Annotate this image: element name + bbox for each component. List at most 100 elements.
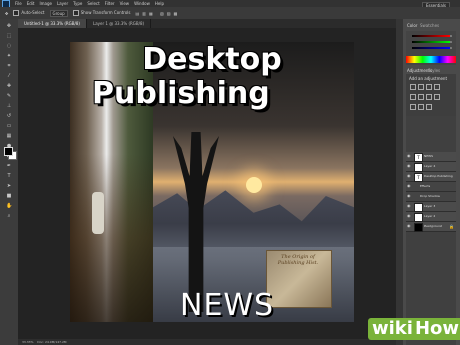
climber-figure bbox=[92, 192, 104, 234]
checkbox-icon bbox=[13, 10, 20, 16]
menu-bar: File Edit Image Layer Type Select Filter… bbox=[0, 0, 460, 8]
move-tool-icon[interactable]: ✥ bbox=[6, 23, 12, 29]
transform-controls-label: Show Transform Controls bbox=[80, 10, 131, 15]
document-canvas[interactable]: The Origin of Publishing Hist. Desktop P… bbox=[70, 42, 354, 322]
auto-select-dropdown[interactable]: Group bbox=[49, 9, 68, 17]
layer-row[interactable]: ◉ T Desktop Publishing bbox=[406, 172, 456, 182]
menu-window[interactable]: Window bbox=[134, 1, 150, 6]
clone-stamp-tool-icon[interactable]: ⊥ bbox=[6, 103, 12, 109]
eye-icon[interactable]: ◉ bbox=[407, 174, 411, 178]
gradient-tool-icon[interactable]: ▦ bbox=[6, 133, 12, 139]
crop-tool-icon[interactable]: ⌗ bbox=[6, 63, 12, 69]
checkbox-icon bbox=[72, 10, 79, 16]
green-slider[interactable] bbox=[412, 41, 450, 43]
zoom-tool-icon[interactable]: ⌕ bbox=[6, 213, 12, 219]
menu-image[interactable]: Image bbox=[39, 1, 52, 6]
pen-tool-icon[interactable]: ✒ bbox=[6, 163, 12, 169]
layer-row[interactable]: ◉ Layer 3 bbox=[406, 202, 456, 212]
green-value[interactable]: 0 bbox=[450, 40, 452, 44]
photo-filter-icon[interactable] bbox=[434, 94, 440, 100]
tab-styles[interactable]: Styles bbox=[428, 68, 440, 73]
magic-wand-tool-icon[interactable]: ✦ bbox=[6, 53, 12, 59]
foreground-color-swatch[interactable] bbox=[4, 147, 13, 156]
blue-value[interactable]: 0 bbox=[450, 46, 452, 50]
levels-icon[interactable] bbox=[418, 84, 424, 90]
layer-thumbnail bbox=[414, 223, 423, 232]
layer-row[interactable]: ◉ Layer 2 bbox=[406, 212, 456, 222]
text-layer-icon: T bbox=[414, 173, 423, 182]
menu-help[interactable]: Help bbox=[155, 1, 164, 6]
title-publishing: Publishing bbox=[92, 76, 270, 111]
eye-icon[interactable]: ◉ bbox=[407, 214, 411, 218]
layer-thumbnail bbox=[414, 203, 423, 212]
tab-color[interactable]: Color bbox=[407, 23, 417, 28]
layer-name: Background bbox=[424, 224, 442, 228]
wikihow-logo: wiki How bbox=[368, 318, 460, 340]
blue-slider[interactable] bbox=[412, 47, 450, 49]
lasso-tool-icon[interactable]: ◌ bbox=[6, 43, 12, 49]
brush-tool-icon[interactable]: ✎ bbox=[6, 93, 12, 99]
tab-swatches[interactable]: Swatches bbox=[420, 23, 439, 28]
shape-tool-icon[interactable]: ■ bbox=[6, 193, 12, 199]
auto-select-checkbox[interactable]: Auto-Select bbox=[13, 10, 45, 16]
menu-file[interactable]: File bbox=[15, 1, 22, 6]
news-text: NEWS bbox=[180, 288, 275, 322]
posterize-icon[interactable] bbox=[418, 104, 424, 110]
lock-icon: 🔒 bbox=[449, 224, 454, 229]
align-icons[interactable]: ▤▥▦ ▧▨▩ bbox=[135, 11, 180, 16]
eye-icon[interactable]: ◉ bbox=[407, 204, 411, 208]
layer-name: Desktop Publishing bbox=[424, 174, 453, 178]
brightness-icon[interactable] bbox=[410, 84, 416, 90]
move-tool-icon[interactable]: ✥ bbox=[5, 11, 8, 16]
color-spectrum[interactable] bbox=[406, 56, 456, 63]
tab-layer-1[interactable]: Layer 1 @ 33.3% (RGB/8) bbox=[87, 19, 152, 28]
auto-select-label: Auto-Select bbox=[21, 10, 45, 15]
menu-type[interactable]: Type bbox=[73, 1, 82, 6]
hand-tool-icon[interactable]: ✋ bbox=[6, 203, 12, 209]
wiki-text: wiki bbox=[368, 318, 415, 340]
layer-name: Layer 2 bbox=[424, 214, 436, 218]
layer-row[interactable]: ◉ Background 🔒 bbox=[406, 222, 456, 232]
marquee-tool-icon[interactable]: ⬚ bbox=[6, 33, 12, 39]
adjustments-hint: Add an adjustment bbox=[409, 76, 448, 81]
menu-edit[interactable]: Edit bbox=[27, 1, 35, 6]
menu-view[interactable]: View bbox=[120, 1, 130, 6]
layer-name: Effects bbox=[420, 184, 431, 188]
doc-size: Doc: 24.9M/147.2M bbox=[37, 340, 67, 344]
layer-effect-row[interactable]: ◉ Drop Shadow bbox=[406, 192, 456, 202]
menu-layer[interactable]: Layer bbox=[57, 1, 68, 6]
menu-select[interactable]: Select bbox=[87, 1, 99, 6]
history-brush-tool-icon[interactable]: ↺ bbox=[6, 113, 12, 119]
eye-icon[interactable]: ◉ bbox=[407, 184, 411, 188]
threshold-icon[interactable] bbox=[426, 104, 432, 110]
eye-icon[interactable]: ◉ bbox=[407, 154, 411, 158]
healing-brush-tool-icon[interactable]: ✚ bbox=[6, 83, 12, 89]
transform-controls-checkbox[interactable]: Show Transform Controls bbox=[72, 10, 131, 16]
eye-icon[interactable]: ◉ bbox=[407, 164, 411, 168]
black-white-icon[interactable] bbox=[426, 94, 432, 100]
layer-name: Drop Shadow bbox=[420, 194, 441, 198]
path-selection-tool-icon[interactable]: ➤ bbox=[6, 183, 12, 189]
exposure-icon[interactable] bbox=[434, 84, 440, 90]
title-desktop: Desktop bbox=[142, 42, 282, 77]
menu-filter[interactable]: Filter bbox=[105, 1, 115, 6]
layer-row[interactable]: ◉ T NEWS bbox=[406, 152, 456, 162]
layer-row[interactable]: ◉ Layer 4 bbox=[406, 162, 456, 172]
canvas-area[interactable]: The Origin of Publishing Hist. Desktop P… bbox=[18, 28, 396, 345]
type-tool-icon[interactable]: T bbox=[6, 173, 12, 179]
layer-thumbnail bbox=[414, 163, 423, 172]
status-bar: 33.33% Doc: 24.9M/147.2M bbox=[18, 339, 400, 345]
layer-effects-row[interactable]: ◉ Effects bbox=[406, 182, 456, 192]
tab-untitled-1[interactable]: Untitled-1 @ 33.3% (RGB/8) bbox=[18, 19, 87, 28]
red-value[interactable]: 0 bbox=[450, 34, 452, 38]
hue-saturation-icon[interactable] bbox=[410, 94, 416, 100]
color-balance-icon[interactable] bbox=[418, 94, 424, 100]
zoom-level[interactable]: 33.33% bbox=[22, 340, 33, 344]
eyedropper-tool-icon[interactable]: ⁄ bbox=[6, 73, 12, 79]
red-slider[interactable] bbox=[412, 35, 450, 37]
eye-icon[interactable]: ◉ bbox=[407, 194, 411, 198]
invert-icon[interactable] bbox=[410, 104, 416, 110]
eraser-tool-icon[interactable]: ▭ bbox=[6, 123, 12, 129]
eye-icon[interactable]: ◉ bbox=[407, 224, 411, 228]
curves-icon[interactable] bbox=[426, 84, 432, 90]
